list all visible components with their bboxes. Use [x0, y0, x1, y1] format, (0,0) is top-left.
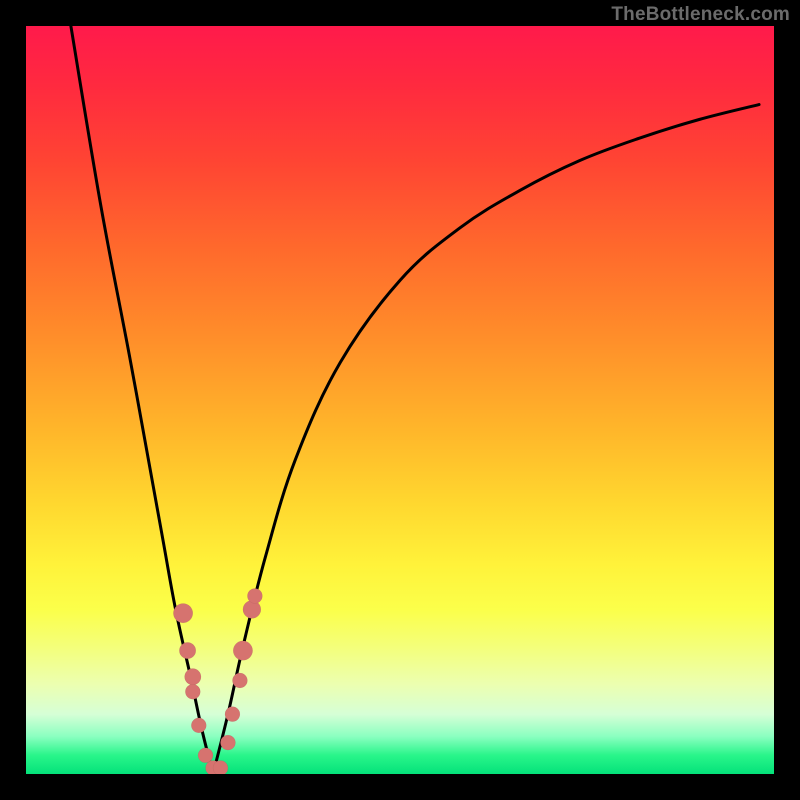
plot-area [26, 26, 774, 774]
chart-svg [26, 26, 774, 774]
data-marker [232, 673, 247, 688]
data-marker [243, 600, 261, 618]
data-marker [247, 588, 262, 603]
data-marker [233, 641, 252, 660]
data-marker [220, 735, 235, 750]
data-marker [185, 669, 201, 685]
data-marker [173, 603, 192, 622]
data-marker [179, 642, 195, 658]
data-marker [185, 684, 200, 699]
marker-layer [173, 588, 262, 774]
data-marker [225, 707, 240, 722]
data-marker [198, 748, 213, 763]
data-marker [191, 718, 206, 733]
chart-stage: TheBottleneck.com [0, 0, 800, 800]
curve-left [71, 26, 213, 774]
curve-right [213, 105, 759, 774]
watermark-text: TheBottleneck.com [611, 4, 790, 26]
data-marker [213, 761, 228, 774]
